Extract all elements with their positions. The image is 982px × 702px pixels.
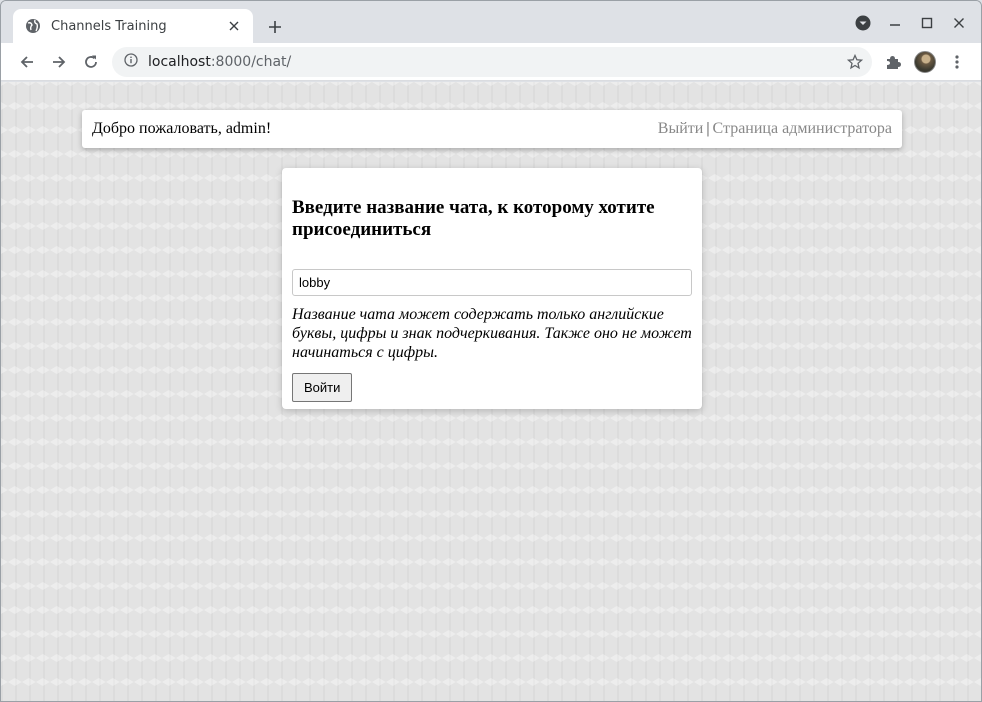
browser-tab[interactable]: Channels Training <box>13 9 253 43</box>
more-vertical-icon[interactable] <box>943 48 971 76</box>
page-content: Добро пожаловать, admin! Выйти | Страница … <box>1 82 981 701</box>
maximize-icon[interactable] <box>911 9 943 37</box>
avatar[interactable] <box>911 48 939 76</box>
browser-window: Channels Training localhost:8000/chat/ … <box>0 0 982 702</box>
welcome-text: Добро пожаловать, admin! <box>92 120 272 137</box>
address-bar[interactable]: localhost:8000/chat/ <box>112 47 872 77</box>
room-form-card: Введите название чата, к которому хотите… <box>282 168 702 409</box>
separator: | <box>706 120 710 137</box>
info-icon[interactable] <box>124 52 138 72</box>
room-form-heading: Введите название чата, к которому хотите… <box>292 197 655 240</box>
window-controls <box>847 9 975 37</box>
close-icon[interactable] <box>943 9 975 37</box>
star-icon[interactable] <box>846 53 864 71</box>
puzzle-icon[interactable] <box>879 48 907 76</box>
admin-page-link[interactable]: Страница администратора <box>713 120 892 137</box>
arrow-right-icon[interactable] <box>45 48 73 76</box>
header-bar: Добро пожаловать, admin! Выйти | Страница … <box>82 110 902 148</box>
chevron-down-circle-icon[interactable] <box>847 9 879 37</box>
globe-icon <box>25 18 41 34</box>
minimize-icon[interactable] <box>879 9 911 37</box>
tab-title: Channels Training <box>51 18 167 34</box>
reload-icon[interactable] <box>77 48 105 76</box>
arrow-left-icon[interactable] <box>13 48 41 76</box>
logout-link[interactable]: Выйти <box>658 120 704 137</box>
header-links: Выйти | Страница администратора <box>658 120 892 138</box>
plus-icon[interactable] <box>263 15 287 39</box>
browser-toolbar: localhost:8000/chat/ <box>1 43 981 81</box>
enter-button[interactable]: Войти <box>292 373 353 402</box>
room-name-hint: Название чата может содержать только анг… <box>292 306 692 361</box>
url-host: localhost <box>148 54 211 70</box>
room-name-input[interactable] <box>292 269 692 296</box>
tab-strip: Channels Training <box>1 1 981 43</box>
url-path: :8000/chat/ <box>210 54 292 70</box>
close-icon[interactable] <box>225 17 243 35</box>
